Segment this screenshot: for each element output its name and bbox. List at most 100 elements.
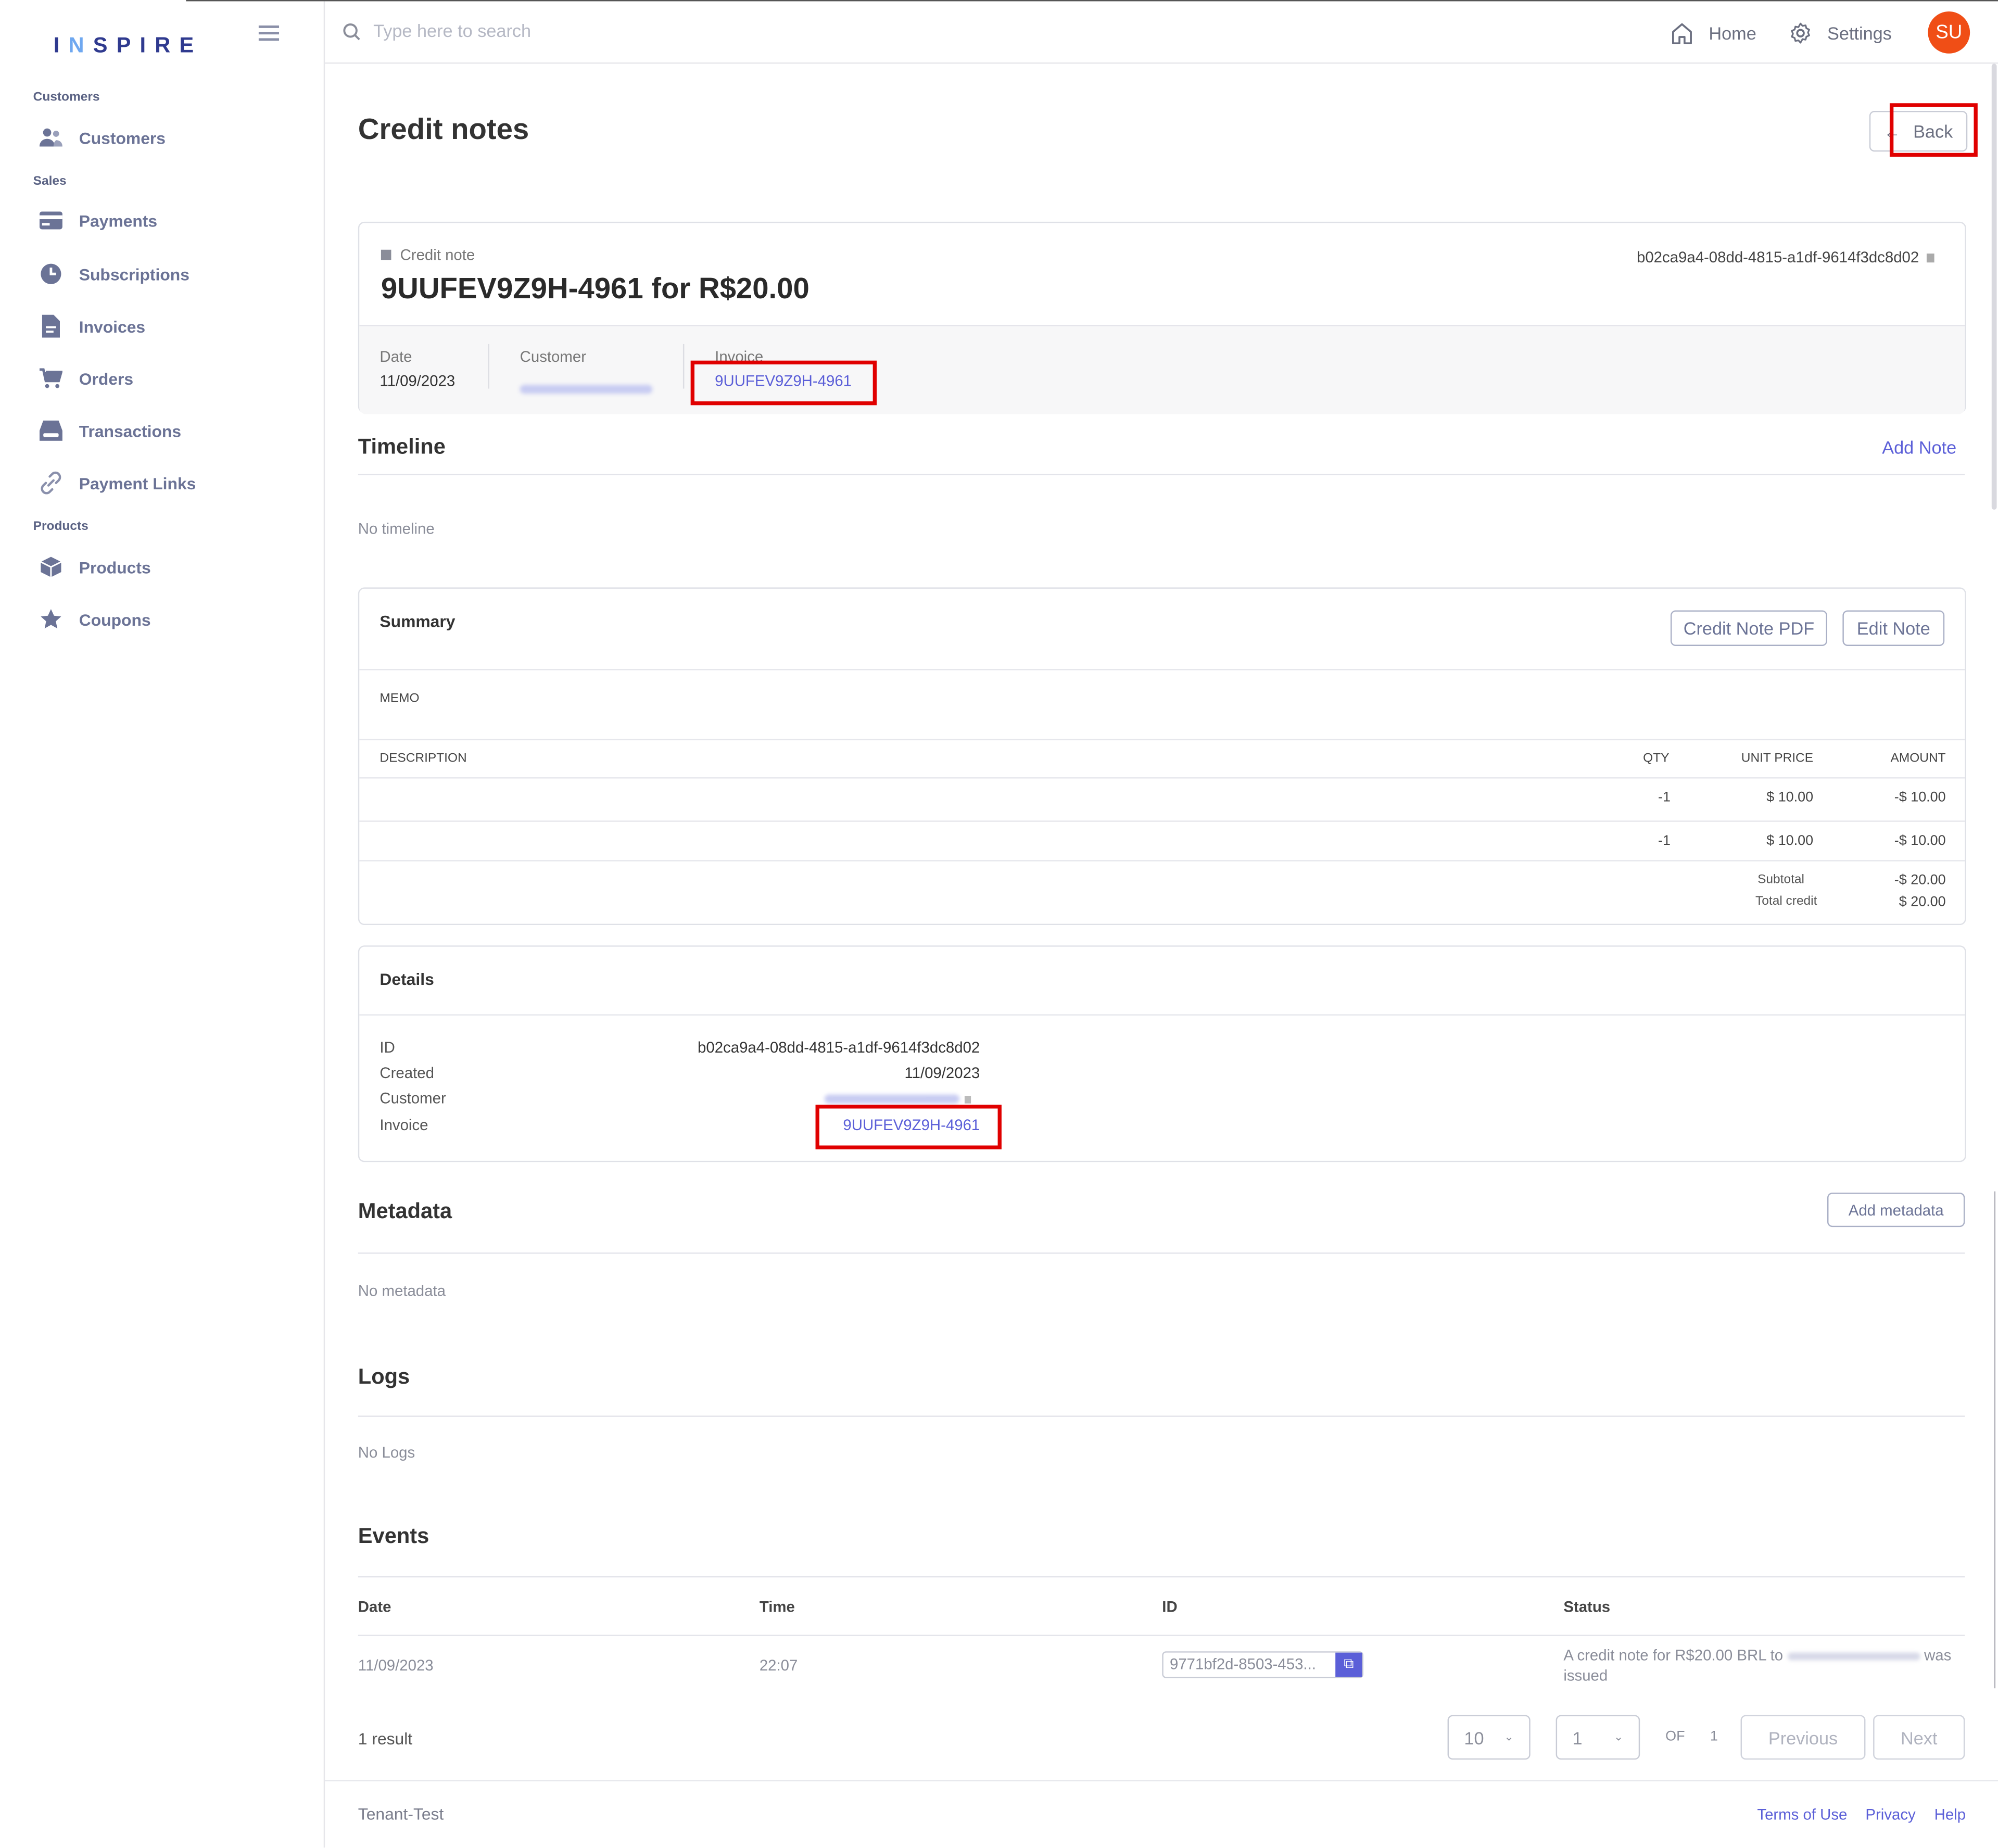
customer-label: Customer (520, 348, 586, 366)
page-size-select[interactable]: 10 ⌄ (1447, 1715, 1531, 1760)
sidebar-item-label: Payment Links (79, 473, 196, 493)
row-unit-price: $ 10.00 (1766, 790, 1814, 805)
avatar[interactable]: SU (1928, 11, 1970, 54)
summary-title: Summary (380, 611, 456, 631)
credit-note-kind-label: Credit note (400, 246, 475, 264)
clock-icon (38, 261, 64, 287)
date-label: Date (380, 348, 412, 366)
sidebar-item-invoices[interactable]: Invoices (38, 311, 293, 341)
sidebar-item-products[interactable]: Products (38, 552, 293, 583)
help-link[interactable]: Help (1934, 1805, 1966, 1823)
total-credit-label: Total credit (1755, 894, 1817, 909)
settings-link[interactable]: Settings (1789, 22, 1892, 45)
gear-icon (1791, 22, 1810, 44)
sidebar-item-coupons[interactable]: Coupons (38, 604, 293, 635)
scrollbar[interactable] (1991, 64, 1997, 510)
sidebar-item-label: Coupons (79, 610, 151, 629)
sidebar-item-subscriptions[interactable]: Subscriptions (38, 259, 293, 289)
credit-note-pdf-button[interactable]: Credit Note PDF (1670, 610, 1828, 646)
menu-toggle-icon[interactable] (258, 22, 280, 45)
details-id-value: b02ca9a4-08dd-4815-a1df-9614f3dc8d02 (698, 1038, 980, 1057)
event-status-text: A credit note for R$20.00 BRL to (1563, 1646, 1784, 1664)
next-button[interactable]: Next (1873, 1715, 1965, 1760)
tenant-name: Tenant-Test (358, 1804, 444, 1824)
box-icon (38, 554, 64, 580)
copy-icon[interactable] (1926, 252, 1934, 262)
sidebar-item-customers[interactable]: Customers (38, 122, 293, 153)
privacy-link[interactable]: Privacy (1865, 1805, 1915, 1823)
event-status-redacted (1787, 1652, 1920, 1661)
cart-icon (38, 365, 64, 391)
details-customer-redacted[interactable] (824, 1094, 971, 1104)
events-col-id: ID (1162, 1598, 1178, 1616)
metadata-empty: No metadata (358, 1282, 446, 1300)
details-card: Details ID b02ca9a4-08dd-4815-a1df-9614f… (358, 945, 1966, 1162)
divider (359, 860, 1965, 862)
col-qty: QTY (1643, 752, 1670, 766)
divider (359, 820, 1965, 822)
document-icon (38, 313, 64, 339)
credit-card-icon (38, 208, 64, 233)
divider (359, 739, 1965, 741)
credit-note-meta-strip: Date 11/09/2023 Customer Invoice 9UUFEV9… (359, 325, 1965, 414)
memo-label: MEMO (380, 692, 420, 706)
subtotal-label: Subtotal (1757, 872, 1804, 887)
link-icon (38, 470, 64, 496)
chevron-down-icon: ⌄ (1613, 1730, 1624, 1743)
page-select[interactable]: 1 ⌄ (1556, 1715, 1640, 1760)
users-icon (38, 125, 64, 150)
subtotal-value: -$ 20.00 (1894, 872, 1946, 889)
footer-divider (325, 1780, 1998, 1781)
details-invoice-link[interactable]: 9UUFEV9Z9H-4961 (843, 1116, 980, 1134)
details-invoice-label: Invoice (380, 1116, 428, 1134)
search-input[interactable] (371, 19, 758, 42)
col-description: DESCRIPTION (380, 752, 467, 766)
divider (358, 474, 1965, 475)
sidebar-item-payments[interactable]: Payments (38, 205, 293, 236)
terms-link[interactable]: Terms of Use (1757, 1805, 1847, 1823)
logs-title: Logs (358, 1364, 410, 1389)
timeline-title: Timeline (358, 434, 446, 459)
back-button[interactable]: ← Back (1869, 110, 1968, 152)
previous-button[interactable]: Previous (1740, 1715, 1866, 1760)
row-qty: -1 (1658, 790, 1671, 805)
sidebar-item-orders[interactable]: Orders (38, 363, 293, 394)
divider (358, 1415, 1965, 1417)
event-date: 11/09/2023 (358, 1656, 434, 1675)
divider (358, 1252, 1965, 1254)
edit-note-button[interactable]: Edit Note (1842, 610, 1945, 646)
row-qty: -1 (1658, 833, 1671, 849)
events-title: Events (358, 1524, 429, 1548)
logo-text-1: I (53, 33, 69, 58)
credit-note-id-value: b02ca9a4-08dd-4815-a1df-9614f3dc8d02 (1636, 248, 1919, 267)
section-products: Products (33, 520, 88, 534)
home-link[interactable]: Home (1671, 22, 1756, 45)
events-col-date: Date (358, 1598, 391, 1616)
home-label: Home (1709, 23, 1756, 44)
total-credit-value: $ 20.00 (1899, 894, 1946, 910)
copy-icon[interactable]: ⧉ (1335, 1652, 1362, 1677)
invoice-link[interactable]: 9UUFEV9Z9H-4961 (715, 372, 852, 390)
logo[interactable]: INSPIRE (54, 33, 203, 59)
copy-icon[interactable] (964, 1095, 971, 1103)
sidebar-item-payment-links[interactable]: Payment Links (38, 467, 293, 498)
sidebar-item-label: Transactions (79, 421, 182, 440)
summary-card: Summary Credit Note PDF Edit Note MEMO D… (358, 587, 1966, 926)
sidebar-item-label: Invoices (79, 317, 146, 336)
page-value: 1 (1572, 1727, 1583, 1748)
result-count: 1 result (358, 1729, 413, 1749)
divider (359, 669, 1965, 670)
sidebar-item-label: Payments (79, 211, 158, 230)
logo-text-3: SPIRE (93, 33, 203, 58)
event-status-text-3: issued (1563, 1666, 1608, 1685)
sidebar-item-label: Subscriptions (79, 264, 189, 284)
add-note-button[interactable]: Add Note (1882, 437, 1956, 458)
credit-note-heading: 9UUFEV9Z9H-4961 for R$20.00 (381, 271, 810, 305)
customer-email-redacted[interactable] (520, 377, 653, 400)
sidebar-item-label: Products (79, 557, 151, 577)
sidebar-item-transactions[interactable]: Transactions (38, 415, 293, 446)
invoice-label: Invoice (715, 348, 764, 366)
divider (358, 1576, 1965, 1578)
event-id-field[interactable]: 9771bf2d-8503-453... ⧉ (1162, 1651, 1364, 1678)
add-metadata-button[interactable]: Add metadata (1827, 1193, 1965, 1227)
